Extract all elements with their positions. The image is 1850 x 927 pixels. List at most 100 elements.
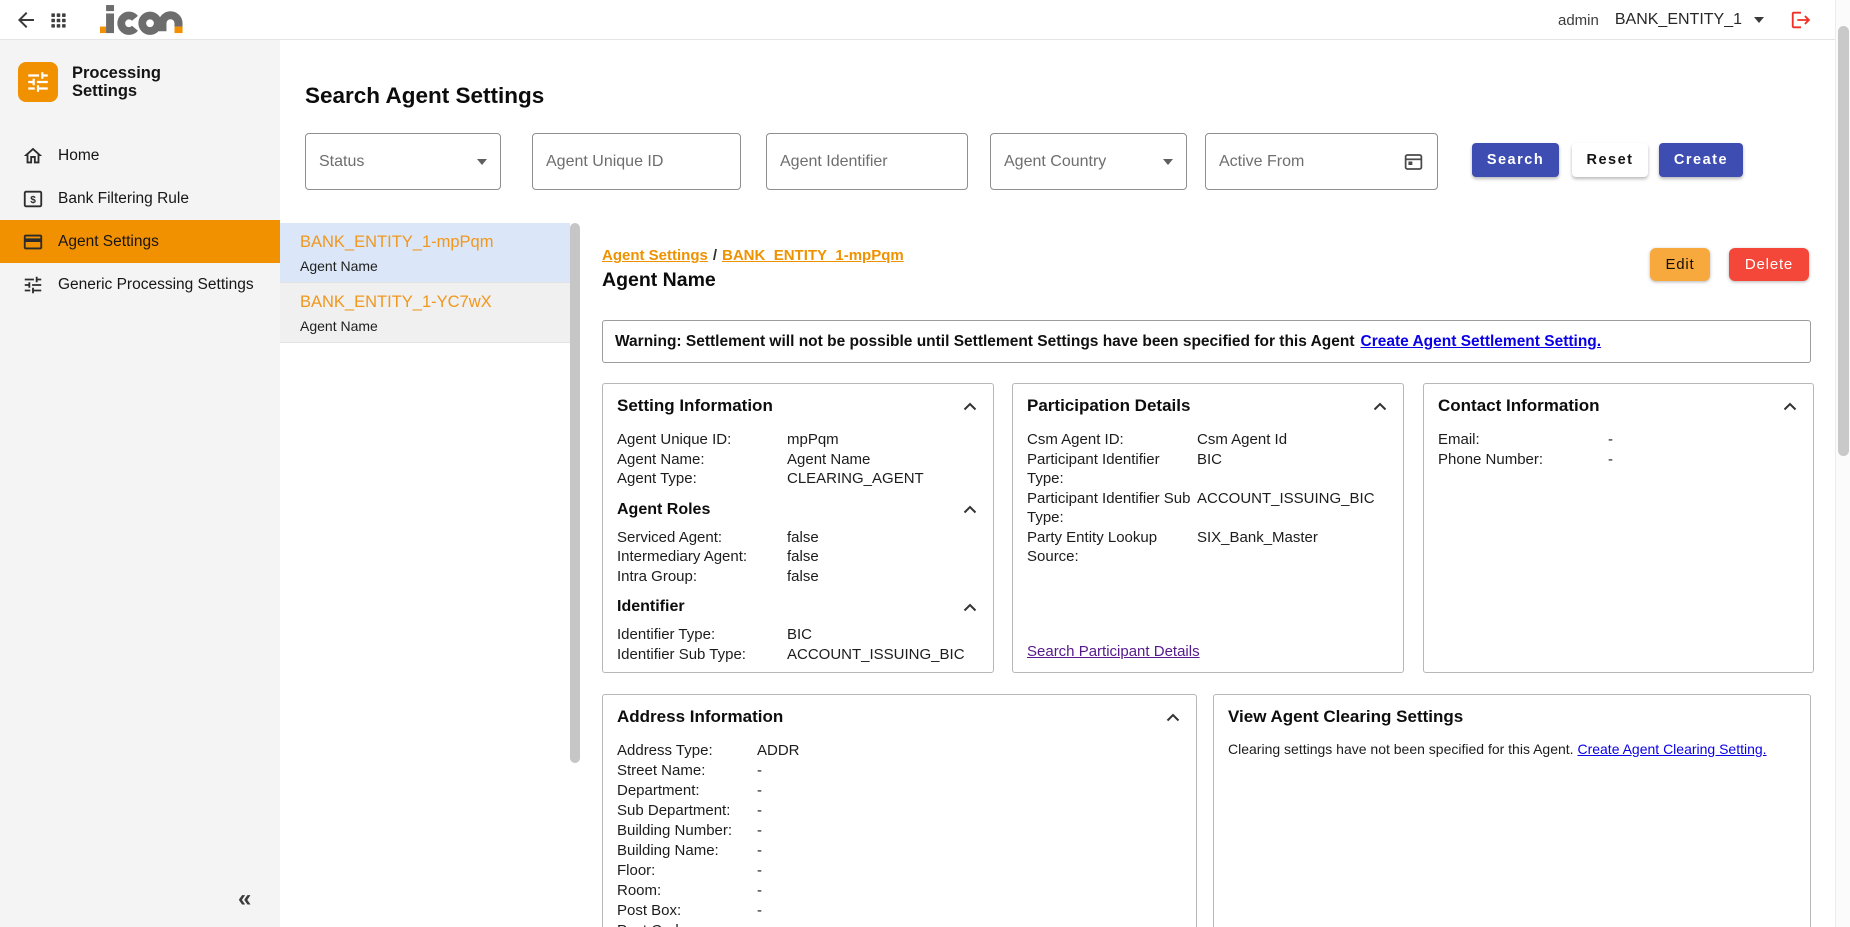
app-header: Processing Settings — [18, 62, 202, 102]
field-value: BIC — [1197, 450, 1389, 489]
breadcrumb-current-link[interactable]: BANK_ENTITY_1-mpPqm — [722, 247, 904, 264]
agent-list-item[interactable]: BANK_ENTITY_1-mpPqm Agent Name — [280, 223, 570, 283]
sidebar-collapse-button[interactable]: « — [238, 885, 251, 913]
field-label: Room: — [617, 881, 757, 901]
field-label: Phone Number: — [1438, 450, 1608, 470]
field-value: CLEARING_AGENT — [787, 469, 979, 489]
field-value: - — [1608, 430, 1799, 450]
card-title: View Agent Clearing Settings — [1228, 707, 1463, 727]
active-from-date-input[interactable]: Active From — [1205, 133, 1438, 190]
collapse-chevron-icon[interactable] — [961, 400, 979, 413]
logout-button[interactable] — [1790, 9, 1812, 31]
tune-icon — [22, 274, 44, 296]
collapse-chevron-icon[interactable] — [961, 601, 979, 614]
agent-roles-rows: Serviced Agent:false Intermediary Agent:… — [617, 528, 979, 587]
field-label: Post Code: — [617, 921, 757, 927]
sidebar-item-label: Home — [58, 147, 99, 165]
field-value: BIC — [787, 625, 979, 645]
page-title: Search Agent Settings — [305, 84, 544, 108]
agent-name: Agent Name — [300, 318, 570, 334]
field-value: mpPqm — [787, 430, 979, 450]
caret-down-icon — [1754, 17, 1764, 23]
field-value: false — [787, 528, 979, 548]
apps-grid-button[interactable] — [49, 11, 68, 30]
calendar-icon[interactable] — [1403, 151, 1424, 172]
field-value: - — [757, 901, 1182, 921]
sidebar-item-label: Bank Filtering Rule — [58, 190, 189, 208]
field-label: Participant Identifier Type: — [1027, 450, 1197, 489]
status-placeholder: Status — [319, 153, 364, 171]
field-value: SIX_Bank_Master — [1197, 528, 1389, 567]
icon-brand-logo — [100, 5, 186, 40]
agent-unique-id-input[interactable]: Agent Unique ID — [532, 133, 741, 190]
field-value: ACCOUNT_ISSUING_BIC — [1197, 489, 1389, 528]
create-button[interactable]: Create — [1659, 143, 1743, 177]
card-title: Setting Information — [617, 396, 773, 416]
setting-information-rows: Agent Unique ID:mpPqm Agent Name:Agent N… — [617, 430, 979, 489]
collapse-chevron-icon[interactable] — [961, 503, 979, 516]
entity-name: BANK_ENTITY_1 — [1615, 11, 1742, 29]
agent-list-scrollbar — [570, 223, 580, 927]
search-button[interactable]: Search — [1472, 143, 1559, 177]
create-clearing-setting-link[interactable]: Create Agent Clearing Setting. — [1577, 741, 1766, 757]
card-title: Contact Information — [1438, 396, 1600, 416]
collapse-chevron-icon[interactable] — [1781, 400, 1799, 413]
agent-identifier-placeholder: Agent Identifier — [780, 153, 888, 171]
breadcrumb: Agent Settings/BANK_ENTITY_1-mpPqm — [602, 247, 904, 264]
warning-text: Warning: Settlement will not be possible… — [615, 333, 1355, 351]
agent-id: BANK_ENTITY_1-mpPqm — [300, 233, 570, 252]
field-value: - — [757, 881, 1182, 901]
active-from-placeholder: Active From — [1219, 153, 1304, 171]
clearing-settings-text: Clearing settings have not been specifie… — [1228, 741, 1574, 757]
collapse-chevron-icon[interactable] — [1371, 400, 1389, 413]
field-label: Address Type: — [617, 741, 757, 761]
settlement-warning-banner: Warning: Settlement will not be possible… — [602, 320, 1811, 363]
tune-icon — [25, 69, 51, 95]
sidebar-item-generic-processing-settings[interactable]: Generic Processing Settings — [0, 263, 280, 306]
field-label: Serviced Agent: — [617, 528, 787, 548]
sidebar-item-home[interactable]: Home — [0, 134, 280, 177]
field-value: - — [757, 921, 1182, 927]
field-label: Floor: — [617, 861, 757, 881]
agent-country-select[interactable]: Agent Country — [990, 133, 1187, 190]
sidebar: Processing Settings Home $ Bank Filterin… — [0, 40, 280, 927]
sidebar-item-bank-filtering-rule[interactable]: $ Bank Filtering Rule — [0, 177, 280, 220]
field-label: Csm Agent ID: — [1027, 430, 1197, 450]
sidebar-nav: Home $ Bank Filtering Rule Agent Setting… — [0, 134, 280, 306]
breadcrumb-agent-settings-link[interactable]: Agent Settings — [602, 247, 708, 264]
field-label: Agent Name: — [617, 450, 787, 470]
field-label: Identifier Type: — [617, 625, 787, 645]
field-value: Agent Name — [787, 450, 979, 470]
reset-button[interactable]: Reset — [1572, 143, 1648, 177]
logout-icon — [1790, 9, 1812, 31]
back-button[interactable] — [14, 8, 38, 32]
field-label: Email: — [1438, 430, 1608, 450]
field-label: Intermediary Agent: — [617, 547, 787, 567]
delete-button[interactable]: Delete — [1729, 248, 1809, 281]
create-settlement-setting-link[interactable]: Create Agent Settlement Setting. — [1361, 333, 1602, 351]
entity-selector[interactable]: BANK_ENTITY_1 — [1615, 11, 1764, 29]
field-value: false — [787, 567, 979, 587]
search-participant-details-link[interactable]: Search Participant Details — [1027, 643, 1200, 660]
page-scrollbar-thumb[interactable] — [1838, 26, 1849, 456]
card-title: Address Information — [617, 707, 783, 727]
agent-list-scrollbar-thumb[interactable] — [570, 223, 580, 763]
apps-grid-icon — [49, 11, 68, 30]
agent-list-item[interactable]: BANK_ENTITY_1-YC7wX Agent Name — [280, 283, 570, 343]
sidebar-item-label: Generic Processing Settings — [58, 276, 254, 294]
field-value: false — [787, 547, 979, 567]
field-value: ADDR — [757, 741, 1182, 761]
status-select[interactable]: Status — [305, 133, 501, 190]
field-value: - — [757, 781, 1182, 801]
edit-button[interactable]: Edit — [1650, 248, 1710, 281]
identifier-rows: Identifier Type:BIC Identifier Sub Type:… — [617, 625, 979, 664]
agent-name: Agent Name — [300, 258, 570, 274]
sidebar-item-agent-settings[interactable]: Agent Settings — [0, 220, 280, 263]
agent-identifier-input[interactable]: Agent Identifier — [766, 133, 968, 190]
card-title: Participation Details — [1027, 396, 1190, 416]
field-label: Agent Unique ID: — [617, 430, 787, 450]
agent-list: BANK_ENTITY_1-mpPqm Agent Name BANK_ENTI… — [280, 223, 570, 343]
collapse-chevron-icon[interactable] — [1164, 711, 1182, 724]
sidebar-item-label: Agent Settings — [58, 233, 159, 251]
agent-unique-id-placeholder: Agent Unique ID — [546, 153, 663, 171]
